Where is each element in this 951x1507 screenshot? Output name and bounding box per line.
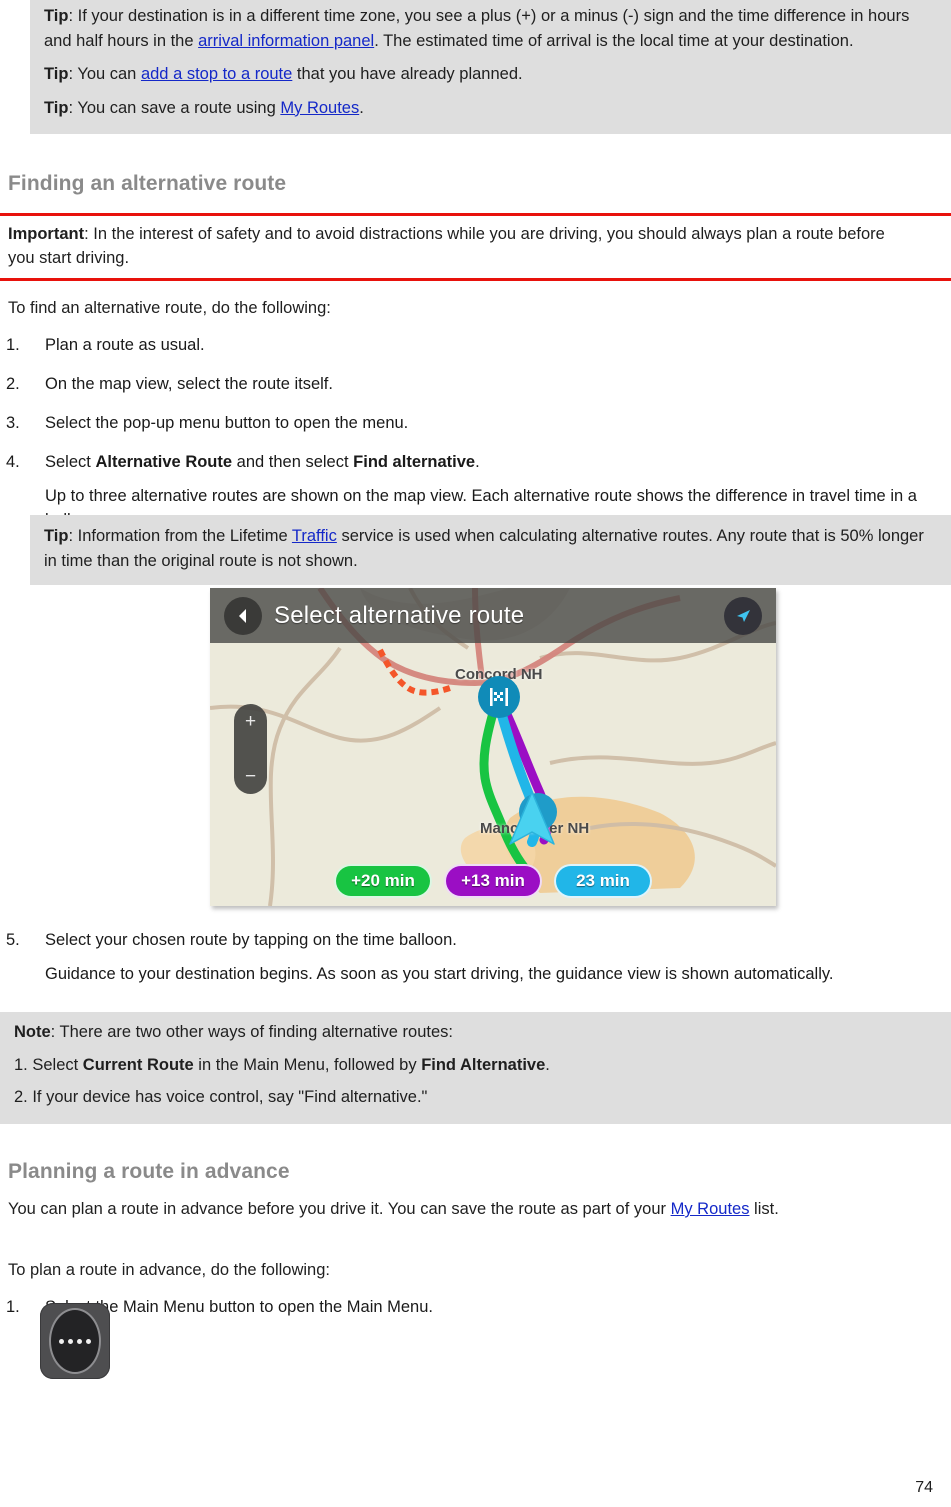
back-arrow-icon <box>239 608 246 623</box>
current-position-arrow-icon <box>509 791 557 845</box>
note-text-middle: in the Main Menu, followed by <box>193 1055 422 1074</box>
note-item-number: 1. <box>14 1055 28 1074</box>
time-balloons-group: +20 min +13 min 23 min <box>210 864 776 898</box>
step-item: 1. Plan a route as usual. <box>0 333 930 357</box>
steps-list-alternative-continued: 5. Select your chosen route by tapping o… <box>0 928 930 1001</box>
back-button[interactable] <box>224 596 262 635</box>
step-text-before: Select <box>45 453 96 471</box>
step-bold-alternative-route: Alternative Route <box>95 453 233 471</box>
note-intro: Note: There are two other ways of findin… <box>14 1020 937 1045</box>
menu-dot <box>59 1338 64 1344</box>
tip-text-after: . The estimated time of arrival is the l… <box>374 31 854 50</box>
steps-list-planning: 1. Select the Main Menu button to open t… <box>0 1263 930 1334</box>
important-notice: Important: In the interest of safety and… <box>8 222 908 270</box>
orientation-button[interactable] <box>724 596 762 635</box>
step-text: On the map view, select the route itself… <box>45 375 333 393</box>
tip-text-before: : You can <box>68 65 141 83</box>
note-bold-find-alternative: Find Alternative <box>421 1055 546 1074</box>
tip-add-stop: Tip: You can add a stop to a route that … <box>44 62 937 87</box>
tip-my-routes: Tip: You can save a route using My Route… <box>44 96 937 121</box>
step-item: 2. On the map view, select the route its… <box>0 372 930 396</box>
important-text: : In the interest of safety and to avoid… <box>8 225 885 267</box>
step-number: 5. <box>6 931 20 949</box>
balloon-label: +20 min <box>351 871 415 890</box>
my-routes-link[interactable]: My Routes <box>280 99 359 117</box>
tip-label: Tip <box>44 7 69 25</box>
step-text: Select your chosen route by tapping on t… <box>45 931 457 949</box>
menu-dot <box>68 1338 73 1344</box>
checkered-flag-icon <box>490 688 508 706</box>
tips-callout-box: Tip: If your destination is in a differe… <box>30 0 951 134</box>
tip-label: Tip <box>44 527 69 545</box>
step-item: 5. Select your chosen route by tapping o… <box>0 928 930 986</box>
traffic-link[interactable]: Traffic <box>292 527 337 545</box>
select-alternative-route-screenshot: Concord NH Manchester NH <box>210 588 776 906</box>
main-menu-icon <box>49 1308 101 1374</box>
note-text-before: Select <box>27 1055 83 1074</box>
map-zoom-controls[interactable]: + − <box>234 704 267 794</box>
menu-dot <box>86 1338 91 1344</box>
add-a-stop-to-a-route-link[interactable]: add a stop to a route <box>141 65 292 83</box>
tip-text-after: . <box>359 98 364 117</box>
page-number: 74 <box>915 1479 933 1496</box>
zoom-out-button[interactable]: − <box>245 767 256 786</box>
map-title: Select alternative route <box>274 601 525 629</box>
planning-intro-before: You can plan a route in advance before y… <box>8 1200 671 1218</box>
tip-text-after: that you have already planned. <box>292 65 523 83</box>
note-bold-current-route: Current Route <box>82 1055 194 1074</box>
step-text-middle: and then select <box>232 453 354 471</box>
step-item: 1. Select the Main Menu button to open t… <box>0 1295 930 1319</box>
note-item-2: 2. If your device has voice control, say… <box>14 1085 937 1110</box>
map-header-bar: Select alternative route <box>210 588 776 643</box>
step-number: 1. <box>6 336 20 354</box>
step-number: 4. <box>6 453 20 471</box>
document-page: Tip: If your destination is in a differe… <box>0 0 951 1507</box>
main-menu-button-graphic[interactable] <box>40 1303 110 1379</box>
heading-finding-alternative-route: Finding an alternative route <box>8 172 287 195</box>
menu-dot <box>77 1338 82 1344</box>
step-number: 2. <box>6 375 20 393</box>
balloon-label: +13 min <box>461 871 525 890</box>
zoom-in-button[interactable]: + <box>245 712 256 731</box>
step-number: 3. <box>6 414 20 432</box>
heading-planning-route-in-advance: Planning a route in advance <box>8 1160 290 1183</box>
note-intro-text: : There are two other ways of finding al… <box>50 1023 453 1041</box>
step-substep-text: Guidance to your destination begins. As … <box>45 965 834 983</box>
tip-timezone: Tip: If your destination is in a differe… <box>44 4 937 53</box>
time-balloon-cyan[interactable]: 23 min <box>554 864 652 898</box>
balloon-label: 23 min <box>576 871 630 890</box>
time-balloon-purple[interactable]: +13 min <box>444 864 542 898</box>
intro-find-alternative: To find an alternative route, do the fol… <box>8 299 331 317</box>
time-balloon-green[interactable]: +20 min <box>334 864 432 898</box>
note-label: Note <box>14 1023 51 1041</box>
important-rule-top <box>0 213 951 216</box>
step-item: 3. Select the pop-up menu button to open… <box>0 411 930 435</box>
tip-label: Tip <box>44 98 69 117</box>
step-text: Select the pop-up menu button to open th… <box>45 414 409 432</box>
planning-intro-after: list. <box>749 1200 779 1218</box>
tip-text-before: : You can save a route using <box>68 98 281 117</box>
note-callout-box: Note: There are two other ways of findin… <box>0 1012 951 1124</box>
tip-label: Tip <box>44 65 69 83</box>
step-number: 1. <box>6 1298 20 1316</box>
important-label: Important <box>8 225 85 243</box>
tip-traffic-text: Tip: Information from the Lifetime Traff… <box>44 524 937 573</box>
important-rule-bottom <box>0 278 951 281</box>
tip-traffic-callout: Tip: Information from the Lifetime Traff… <box>30 515 951 585</box>
destination-marker[interactable] <box>478 676 520 718</box>
step-text: Plan a route as usual. <box>45 336 205 354</box>
note-text-after: . <box>545 1055 550 1074</box>
step-text-after: . <box>475 453 480 471</box>
my-routes-link[interactable]: My Routes <box>671 1200 750 1218</box>
planning-intro-paragraph: You can plan a route in advance before y… <box>8 1197 938 1221</box>
note-item-number: 2. <box>14 1088 28 1106</box>
step-bold-find-alternative: Find alternative <box>353 453 476 471</box>
tip-text-before: : Information from the Lifetime <box>68 527 292 545</box>
arrival-information-panel-link[interactable]: arrival information panel <box>198 32 374 50</box>
navigation-arrow-icon <box>737 609 750 622</box>
note-item-1: 1. Select Current Route in the Main Menu… <box>14 1053 937 1078</box>
note-item-text: If your device has voice control, say "F… <box>27 1088 428 1106</box>
